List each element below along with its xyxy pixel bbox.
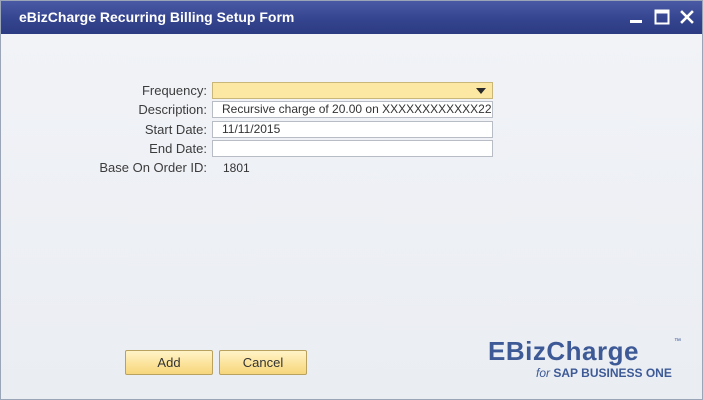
minimize-icon [630, 20, 642, 23]
form-body: Frequency: Description: Recursive charge… [1, 34, 702, 399]
close-button[interactable] [677, 7, 697, 27]
description-input[interactable]: Recursive charge of 20.00 on XXXXXXXXXXX… [212, 101, 493, 118]
recurring-billing-window: eBizCharge Recurring Billing Setup Form … [0, 0, 703, 400]
logo-tagline-product: SAP BUSINESS ONE [553, 366, 672, 380]
frequency-select[interactable] [212, 82, 493, 99]
description-label: Description: [138, 102, 207, 117]
start-date-row: Start Date: 11/11/2015 [1, 121, 702, 139]
frequency-row: Frequency: [1, 82, 702, 100]
minimize-button[interactable] [626, 7, 646, 27]
ebizcharge-logo: EBizCharge ™ for SAP BUSINESS ONE [488, 336, 688, 386]
maximize-button[interactable] [652, 7, 672, 27]
logo-trademark: ™ [674, 338, 681, 345]
close-icon [680, 10, 694, 24]
base-order-row: Base On Order ID: 1801 [1, 159, 702, 177]
maximize-icon [654, 9, 670, 25]
frequency-label: Frequency: [141, 83, 207, 98]
add-button[interactable]: Add [125, 350, 213, 375]
title-bar[interactable]: eBizCharge Recurring Billing Setup Form [1, 1, 702, 34]
logo-wordmark: EBizCharge [488, 336, 639, 366]
end-date-label: End Date: [149, 141, 207, 156]
logo-tagline: for SAP BUSINESS ONE [536, 366, 672, 380]
logo-tagline-for: for [536, 366, 551, 380]
base-order-label: Base On Order ID: [99, 160, 207, 175]
dropdown-arrow-icon[interactable] [476, 88, 486, 94]
base-order-value: 1801 [223, 161, 250, 175]
start-date-input[interactable]: 11/11/2015 [212, 121, 493, 138]
cancel-button[interactable]: Cancel [219, 350, 307, 375]
start-date-label: Start Date: [144, 122, 207, 137]
window-title: eBizCharge Recurring Billing Setup Form [19, 9, 295, 25]
description-row: Description: Recursive charge of 20.00 o… [1, 101, 702, 119]
end-date-row: End Date: [1, 140, 702, 158]
end-date-input[interactable] [212, 140, 493, 157]
